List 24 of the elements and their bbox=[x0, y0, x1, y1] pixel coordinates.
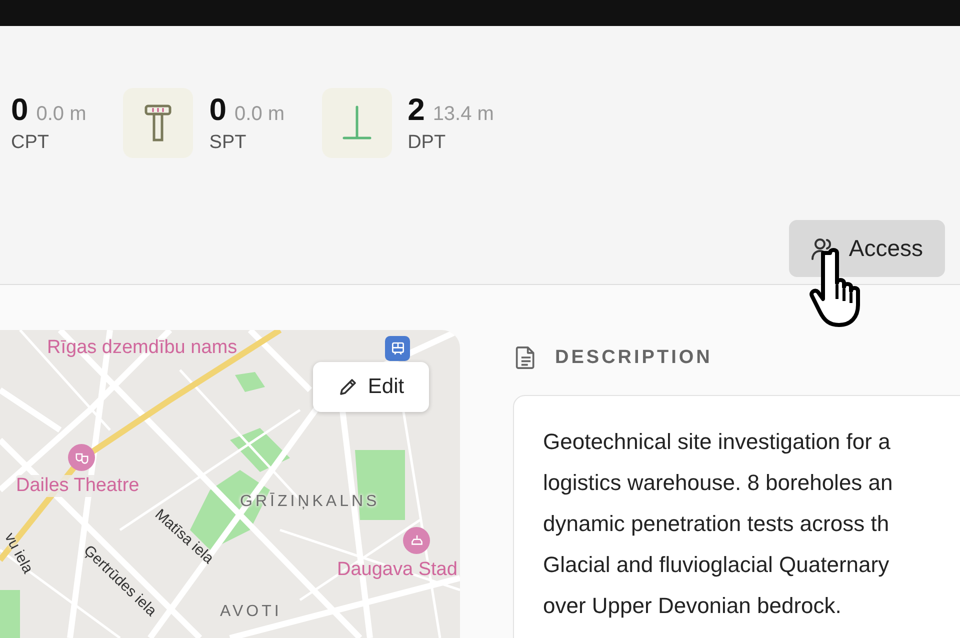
count-value: 2 bbox=[408, 92, 425, 128]
dpt-probe-icon bbox=[322, 88, 392, 158]
street-label: vu iela bbox=[1, 530, 36, 576]
district-label: GRĪZIŅKALNS bbox=[240, 493, 380, 511]
place-label: Dailes Theatre bbox=[16, 475, 140, 497]
stat-label: DPT bbox=[408, 132, 447, 154]
count-value: 0 bbox=[11, 92, 28, 128]
document-icon bbox=[515, 345, 537, 370]
place-label: Rīgas dzemdību nams bbox=[47, 337, 238, 359]
spt-probe-icon bbox=[123, 88, 194, 158]
pencil-icon bbox=[338, 377, 358, 397]
count-value: 0 bbox=[209, 92, 227, 128]
depth-value: 0.0 m bbox=[36, 103, 86, 126]
description-text: Geotechnical site investigation for a logistics warehouse. 8 boreholes an dynamic penetration tests across th Glacial and fluvioglacial Quaternary over Upper Devonian bedrock. bbox=[543, 428, 894, 620]
depth-value: 13.4 m bbox=[432, 103, 494, 126]
edit-button[interactable]: Edit bbox=[313, 362, 429, 412]
access-button[interactable]: Access bbox=[788, 220, 945, 277]
section-heading: DESCRIPTION bbox=[555, 346, 712, 368]
depth-value: 0.0 m bbox=[234, 103, 285, 126]
train-icon bbox=[385, 336, 410, 361]
stat-label: CPT bbox=[11, 132, 50, 154]
district-label: AVOTI bbox=[220, 603, 282, 621]
place-label: Daugava Stad bbox=[337, 559, 458, 581]
stat-label: SPT bbox=[209, 132, 248, 154]
